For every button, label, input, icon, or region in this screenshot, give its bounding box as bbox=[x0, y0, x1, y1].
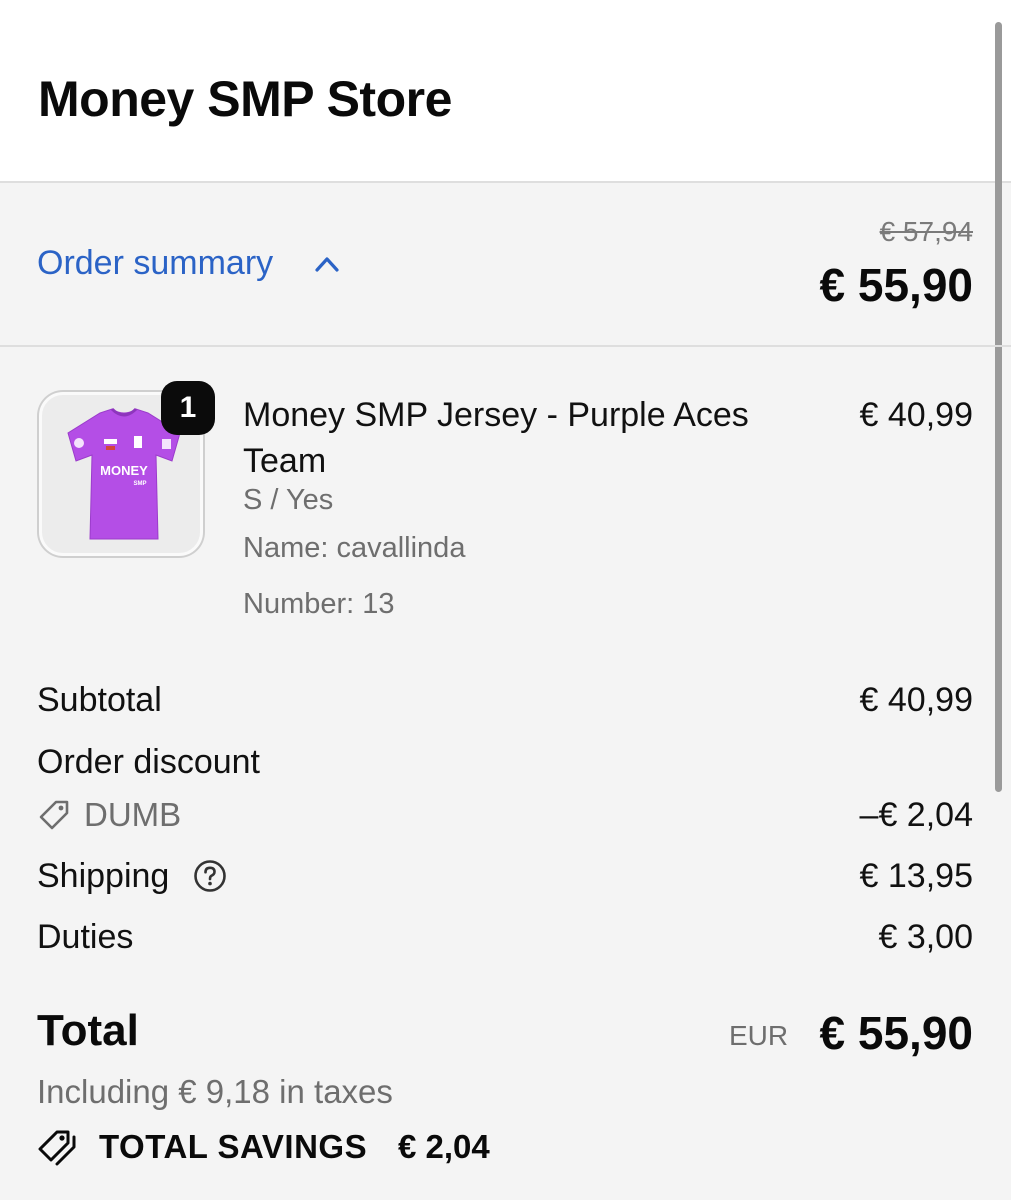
page-scrollbar[interactable] bbox=[995, 22, 1002, 792]
duties-value: € 3,00 bbox=[878, 918, 973, 956]
total-value: € 55,90 bbox=[819, 1007, 973, 1059]
shipping-value: € 13,95 bbox=[859, 857, 973, 895]
total-savings-label: TOTAL SAVINGS bbox=[99, 1128, 368, 1165]
jersey-subtext: SMP bbox=[133, 481, 146, 487]
item-variant: S / Yes bbox=[243, 484, 334, 516]
item-custom-number: Number: 13 bbox=[243, 588, 395, 620]
jersey-text: MONEY bbox=[100, 463, 148, 478]
order-summary-toggle[interactable]: Order summary bbox=[37, 244, 273, 283]
tag-icon bbox=[39, 800, 69, 830]
discount-code: DUMB bbox=[84, 796, 182, 833]
item-custom-name: Name: cavallinda bbox=[243, 532, 466, 564]
store-title[interactable]: Money SMP Store bbox=[38, 70, 452, 128]
total-label: Total bbox=[37, 1006, 139, 1055]
summary-original-price: € 57,94 bbox=[879, 216, 973, 247]
shipping-label: Shipping bbox=[37, 857, 170, 895]
discount-value: –€ 2,04 bbox=[859, 796, 973, 834]
total-savings-value: € 2,04 bbox=[398, 1128, 490, 1165]
subtotal-label: Subtotal bbox=[37, 681, 162, 719]
duties-label: Duties bbox=[37, 918, 134, 956]
summary-current-price: € 55,90 bbox=[819, 259, 973, 311]
total-currency: EUR bbox=[729, 1020, 789, 1051]
tags-icon bbox=[38, 1130, 76, 1166]
quantity-badge: 1 bbox=[161, 381, 215, 435]
order-discount-label: Order discount bbox=[37, 743, 260, 781]
chevron-up-icon[interactable] bbox=[314, 254, 340, 274]
subtotal-value: € 40,99 bbox=[859, 681, 973, 719]
item-price: € 40,99 bbox=[859, 396, 973, 434]
item-title: Money SMP Jersey - Purple Aces Team bbox=[243, 396, 749, 480]
store-header: Money SMP Store bbox=[0, 0, 1011, 183]
help-circle-icon[interactable] bbox=[193, 859, 227, 893]
taxes-note: Including € 9,18 in taxes bbox=[37, 1073, 393, 1110]
